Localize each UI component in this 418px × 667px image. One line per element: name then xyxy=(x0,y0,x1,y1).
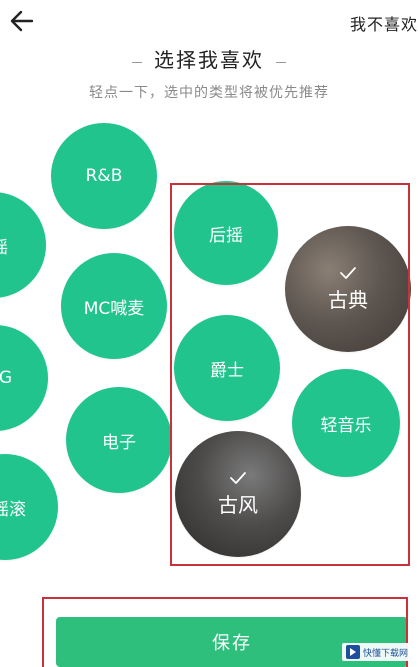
genre-label: 古风 xyxy=(218,492,258,517)
genre-bubble-g[interactable]: G xyxy=(0,325,48,431)
genre-label: 摇 xyxy=(0,233,8,258)
genre-bubble-mc[interactable]: MC喊麦 xyxy=(61,253,167,359)
title-dash-left xyxy=(132,61,142,64)
arrow-left-icon xyxy=(10,10,34,32)
genre-label: 爵士 xyxy=(210,360,244,381)
genre-bubble-chinese-style[interactable]: 古风 xyxy=(175,431,301,557)
check-icon xyxy=(230,471,246,484)
genre-bubble-light-music[interactable]: 轻音乐 xyxy=(292,369,400,477)
check-icon xyxy=(340,266,356,279)
genre-bubble-electronic[interactable]: 电子 xyxy=(66,387,172,493)
genre-label: 摇滚 xyxy=(0,499,26,520)
genre-label: R&B xyxy=(85,166,123,186)
genre-bubble-jazz[interactable]: 爵士 xyxy=(174,315,280,421)
genre-preference-screen: 我不喜欢 选择我喜欢 轻点一下，选中的类型将被优先推荐 R&B 摇 MC喊麦 G… xyxy=(0,0,418,667)
page-subtitle: 轻点一下，选中的类型将被优先推荐 xyxy=(89,85,329,101)
back-button[interactable] xyxy=(6,6,40,36)
genre-bubble-rock[interactable]: 摇滚 xyxy=(0,454,58,560)
genre-label: 古典 xyxy=(328,287,368,312)
genre-bubble-yao[interactable]: 摇 xyxy=(0,192,46,298)
dislike-button[interactable]: 我不喜欢 xyxy=(350,11,418,35)
genre-bubble-classical[interactable]: 古典 xyxy=(285,226,411,352)
genre-bubble-post-rock[interactable]: 后摇 xyxy=(174,181,278,285)
watermark-logo-icon xyxy=(345,645,360,659)
genre-bubble-rnb[interactable]: R&B xyxy=(51,123,157,229)
watermark: 快懂下载网 xyxy=(341,643,412,661)
genre-label: G xyxy=(0,368,12,388)
genre-label: 轻音乐 xyxy=(320,415,372,436)
title-dash-right xyxy=(276,61,286,64)
genre-label: 电子 xyxy=(102,432,136,453)
watermark-text: 快懂下载网 xyxy=(362,648,408,659)
genre-label: MC喊麦 xyxy=(83,298,145,319)
page-title: 选择我喜欢 xyxy=(154,48,264,72)
genre-label: 后摇 xyxy=(209,225,243,246)
page-title-row: 选择我喜欢 xyxy=(0,44,418,73)
